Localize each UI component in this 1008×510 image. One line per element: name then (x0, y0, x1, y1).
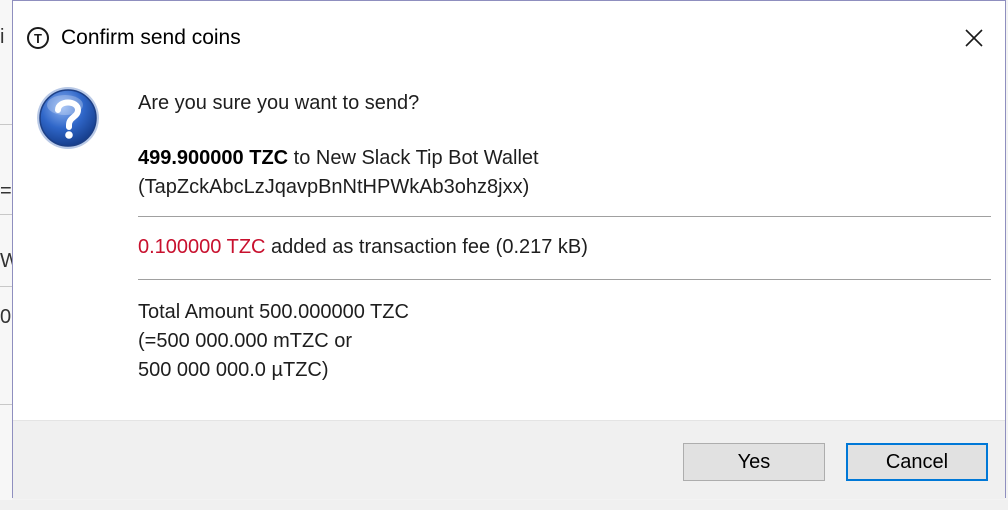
cancel-button[interactable]: Cancel (846, 443, 988, 481)
recipient-label: to New Slack Tip Bot Wallet (288, 147, 539, 169)
button-bar: Yes Cancel (13, 420, 1005, 499)
fee-amount: 0.100000 TZC (138, 236, 266, 258)
background-window-edge: i = W 0 (0, 0, 12, 510)
recipient-block: 499.900000 TZC to New Slack Tip Bot Wall… (138, 144, 994, 202)
dialog-body: Are you sure you want to send? 499.90000… (13, 69, 1005, 420)
divider (138, 216, 991, 217)
close-button[interactable] (957, 21, 991, 55)
divider (138, 279, 991, 280)
dialog-title: Confirm send coins (61, 26, 241, 49)
screen: i = W 0 T Confirm send coins Are you sur… (0, 0, 1008, 510)
total-mtzc: (=500 000.000 mTZC or (138, 330, 352, 352)
close-icon (965, 29, 983, 47)
background-divider (0, 286, 12, 287)
background-text-fragment: 0 (0, 306, 12, 328)
send-amount: 499.900000 TZC (138, 147, 289, 169)
total-utzc: 500 000 000.0 µTZC) (138, 359, 329, 381)
background-divider (0, 124, 12, 125)
recipient-address: (TapZckAbcLzJqavpBnNtHPWkAb3ohz8jxx) (138, 176, 530, 198)
yes-button[interactable]: Yes (683, 443, 825, 481)
total-block: Total Amount 500.000000 TZC (=500 000.00… (138, 298, 994, 385)
confirm-send-dialog: T Confirm send coins Are you sure you wa… (12, 0, 1006, 499)
confirm-prompt: Are you sure you want to send? (138, 92, 420, 114)
background-window-bottom (0, 500, 1008, 510)
total-amount: Total Amount 500.000000 TZC (138, 301, 409, 323)
background-text-fragment: = (0, 180, 12, 202)
question-icon (37, 87, 99, 149)
message-area: Are you sure you want to send? 499.90000… (138, 89, 994, 385)
background-text-fragment: i (0, 26, 5, 48)
background-divider (0, 214, 12, 215)
tzc-logo-icon: T (27, 27, 49, 49)
background-divider (0, 404, 12, 405)
title-bar[interactable]: T Confirm send coins (13, 1, 1005, 69)
fee-line: 0.100000 TZC added as transaction fee (0… (138, 233, 994, 262)
fee-description: added as transaction fee (0.217 kB) (265, 236, 588, 258)
background-text-fragment: W (0, 250, 12, 272)
